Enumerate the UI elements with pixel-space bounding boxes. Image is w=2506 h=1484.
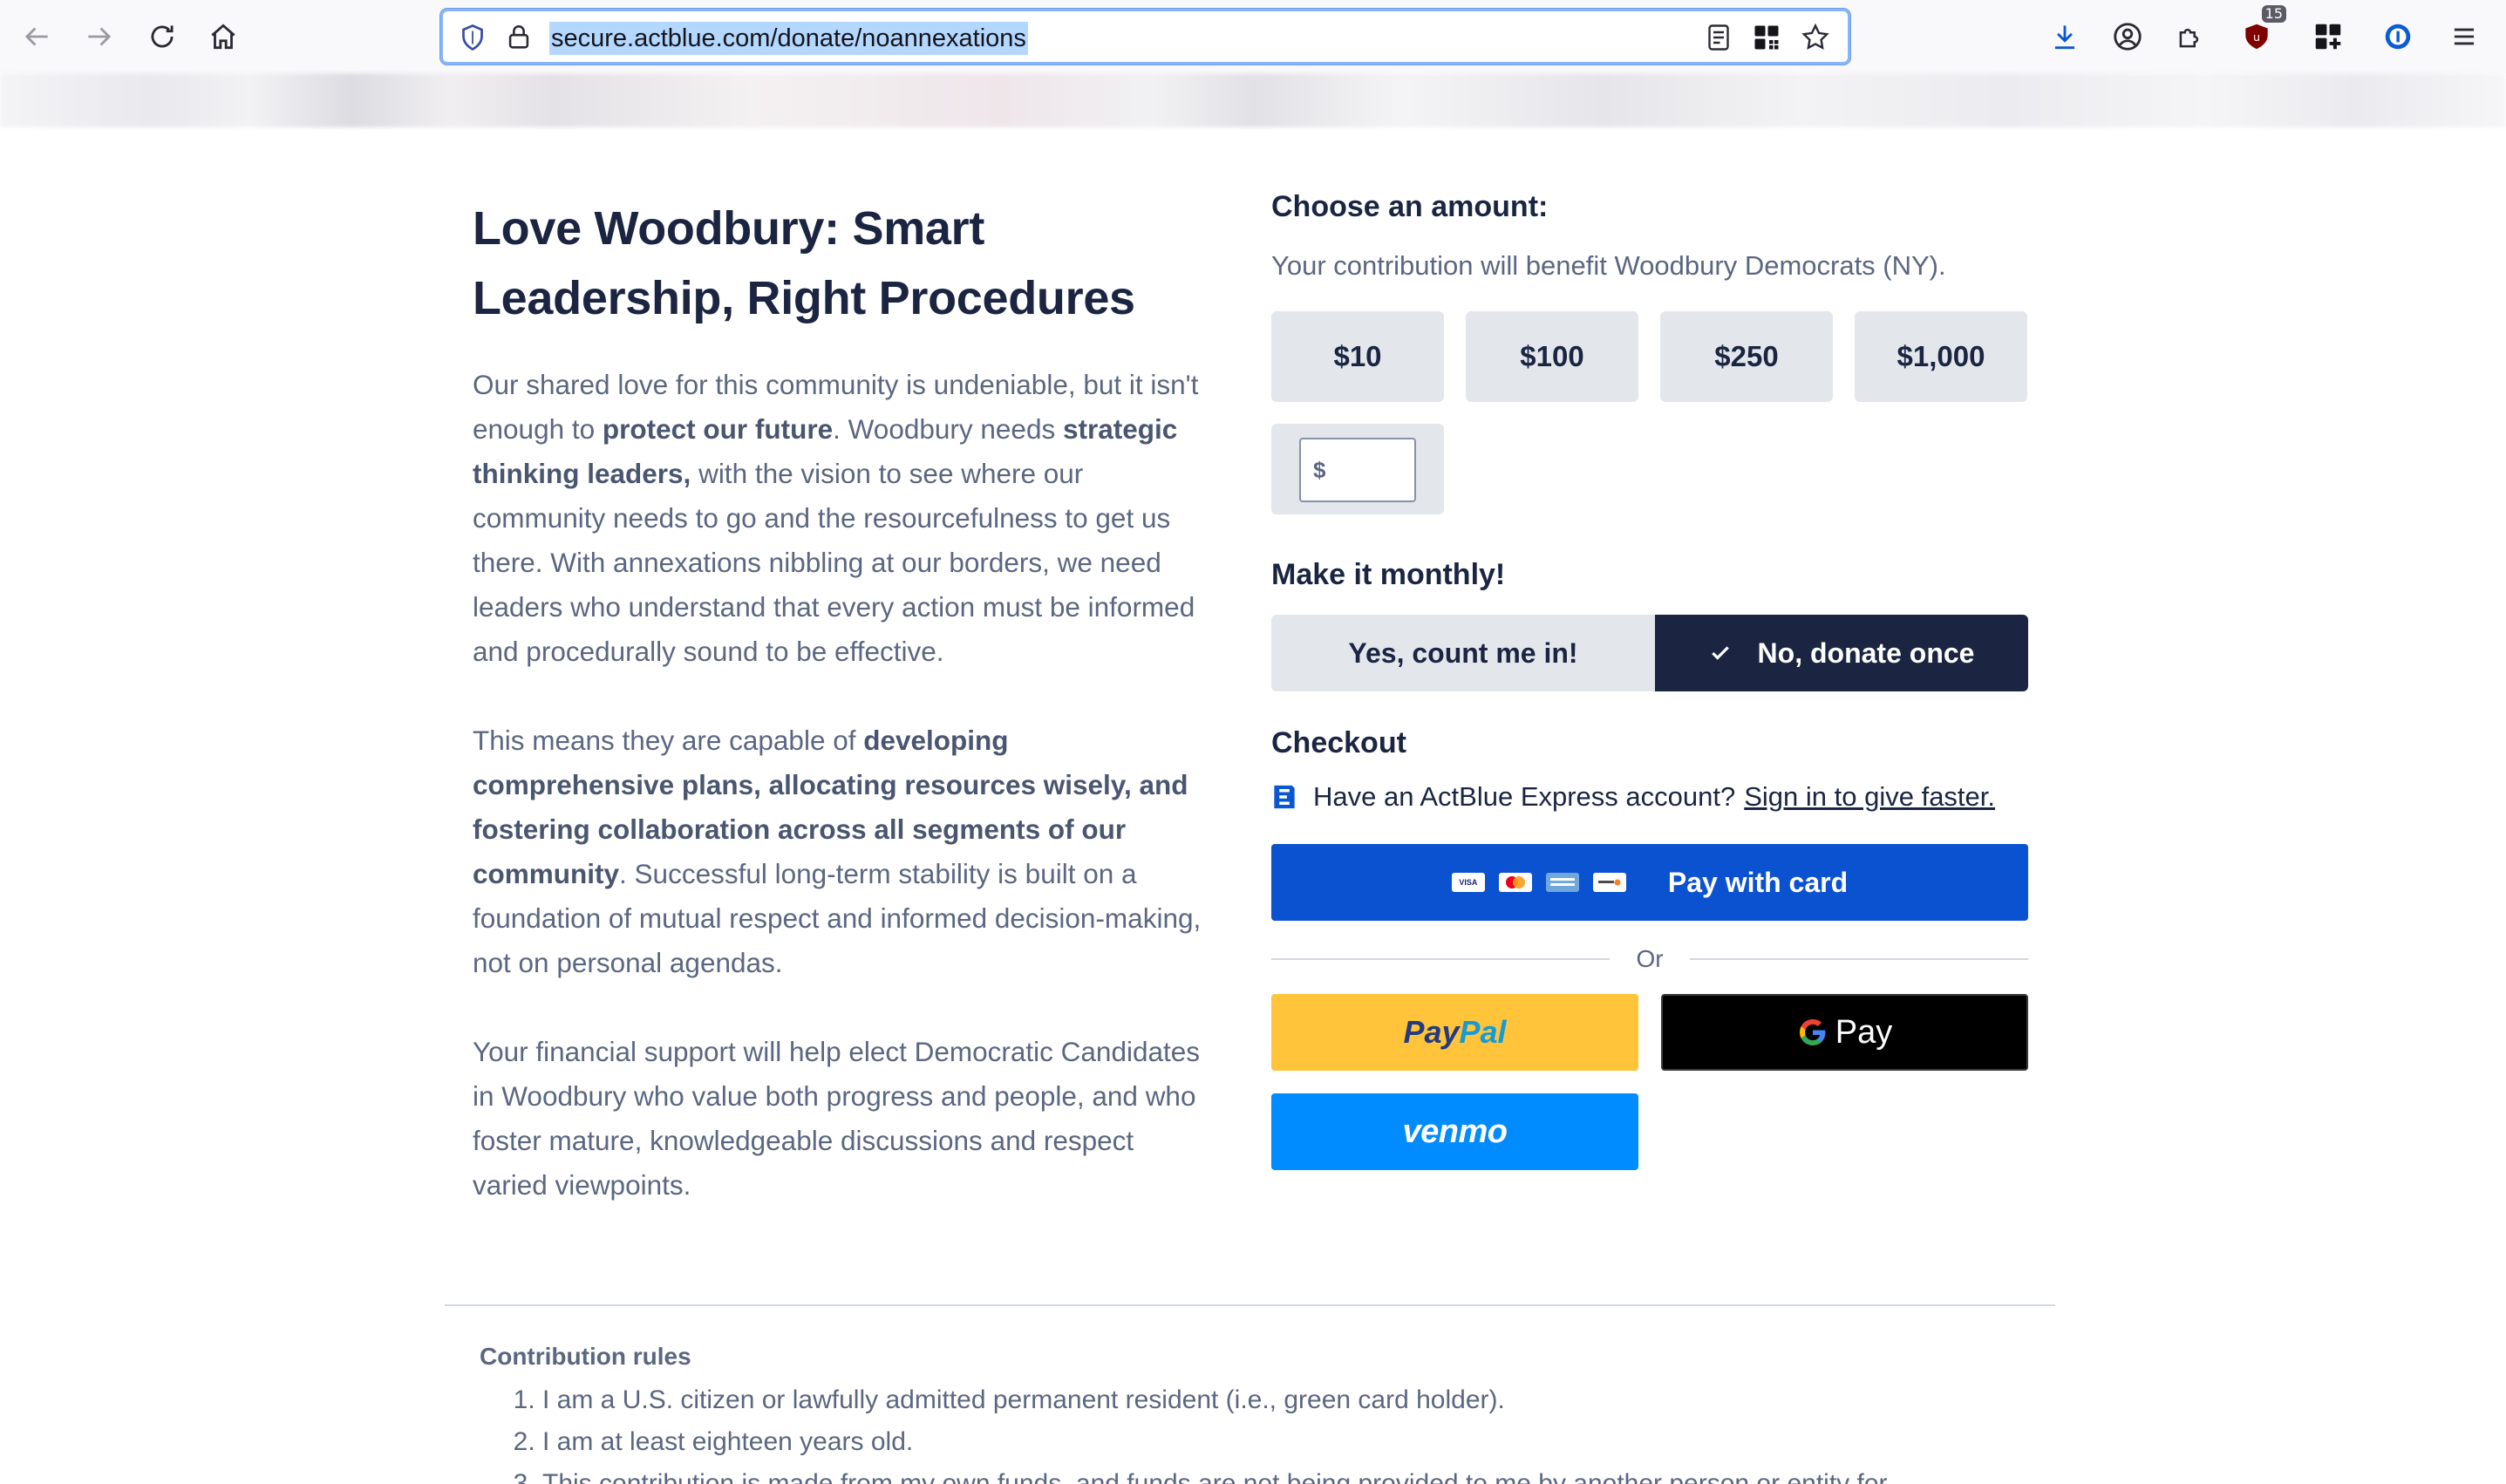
reload-icon	[151, 25, 174, 48]
amex-icon	[1545, 873, 1579, 892]
ublock-shield-icon: u	[2245, 24, 2268, 50]
account-button[interactable]	[2103, 12, 2152, 61]
contribution-rules: Contribution rules I am a U.S. citizen o…	[480, 1343, 2049, 1484]
donation-form: Choose an amount: Your contribution will…	[1271, 190, 2029, 1170]
express-signin-row: Have an ActBlue Express account? Sign in…	[1271, 781, 2028, 813]
rules-list: I am a U.S. citizen or lawfully admitted…	[511, 1379, 2049, 1484]
description-paragraph-2: This means they are capable of developin…	[473, 718, 1214, 985]
checkout-title: Checkout	[1271, 726, 1406, 759]
google-pay-button[interactable]: Pay	[1661, 994, 2028, 1071]
account-icon	[2114, 23, 2142, 51]
extension-badge: 15	[2261, 5, 2286, 23]
page-title: Love Woodbury: Smart Leadership, Right P…	[473, 202, 1135, 324]
amount-button-100[interactable]: $100	[1466, 311, 1638, 402]
description-paragraph-1: Our shared love for this community is un…	[473, 363, 1214, 674]
paypal-logo-pal: Pal	[1459, 1014, 1507, 1050]
lock-icon[interactable]	[504, 22, 534, 53]
or-label: Or	[1636, 945, 1664, 972]
bookmarks-bar-blurred	[0, 73, 2506, 127]
url-text[interactable]: secure.actblue.com/donate/noannexations	[549, 22, 1028, 55]
paypal-button[interactable]: Pay Pal	[1271, 994, 1638, 1071]
puzzle-icon	[2179, 28, 2199, 48]
google-pay-label: Pay	[1835, 1013, 1893, 1051]
menu-button[interactable]	[2440, 12, 2489, 61]
checkmark-icon	[1711, 646, 1729, 660]
apps-extension-button[interactable]	[2304, 12, 2353, 61]
or-divider: Or	[1271, 945, 2029, 973]
amount-button-10[interactable]: $10	[1271, 311, 1444, 402]
visa-icon: VISA	[1451, 873, 1485, 892]
rule-item: This contribution is made from my own fu…	[542, 1463, 2049, 1484]
pay-with-card-label: Pay with card	[1667, 866, 1849, 898]
ublock-extension-button[interactable]: u 15	[2232, 5, 2286, 61]
browser-toolbar: secure.actblue.com/donate/noannexations …	[0, 0, 2506, 73]
amount-button-250[interactable]: $250	[1660, 311, 1833, 402]
monthly-yes-label: Yes, count me in!	[1348, 636, 1578, 669]
dollar-sign: $	[1313, 457, 1326, 483]
or-line-left	[1271, 958, 1611, 960]
download-icon	[2054, 25, 2075, 50]
home-button[interactable]	[199, 12, 248, 61]
arrow-right-icon	[88, 27, 112, 46]
p2-text-1: This means they are capable of	[473, 725, 864, 756]
alternative-payments: Pay Pal Pay venmo	[1271, 994, 2028, 1170]
monthly-title: Make it monthly!	[1271, 558, 1506, 591]
description-paragraph-3: Your financial support will help elect D…	[473, 1036, 1201, 1201]
or-line-right	[1689, 958, 2029, 960]
express-signin-link[interactable]: Sign in to give faster.	[1744, 781, 1995, 813]
shield-icon[interactable]	[457, 22, 488, 53]
p1-text-2: . Woodbury needs	[833, 413, 1063, 445]
p1-bold-1: protect our future	[602, 413, 834, 445]
qr-code-icon[interactable]	[1751, 22, 1782, 53]
express-text: Have an ActBlue Express account?	[1313, 781, 1736, 812]
monthly-toggle: Yes, count me in! No, donate once	[1271, 615, 2028, 691]
venmo-button[interactable]: venmo	[1271, 1093, 1638, 1170]
url-bar[interactable]: secure.actblue.com/donate/noannexations	[440, 9, 1850, 65]
reader-view-icon[interactable]	[1703, 22, 1734, 53]
onepassword-icon	[2385, 24, 2411, 50]
arrow-left-icon	[24, 27, 48, 46]
home-icon	[211, 24, 235, 50]
svg-text:u: u	[2253, 31, 2260, 44]
amount-options: $10 $100 $250 $1,000 $	[1271, 311, 2028, 514]
forward-button[interactable]	[75, 12, 124, 61]
campaign-description: Love Woodbury: Smart Leadership, Right P…	[473, 194, 1214, 1208]
hamburger-menu-icon	[2454, 28, 2475, 45]
downloads-button[interactable]	[2040, 12, 2089, 61]
bookmark-star-icon[interactable]	[1800, 22, 1831, 53]
monthly-yes-button[interactable]: Yes, count me in!	[1271, 615, 1655, 691]
mastercard-icon	[1498, 873, 1532, 892]
benefit-text: Your contribution will benefit Woodbury …	[1271, 250, 1946, 281]
monthly-no-button[interactable]: No, donate once	[1655, 615, 2028, 691]
paypal-logo-pay: Pay	[1403, 1014, 1460, 1050]
contribution-rules-title: Contribution rules	[480, 1343, 691, 1370]
extensions-button[interactable]	[2166, 12, 2215, 61]
venmo-logo: venmo	[1402, 1113, 1508, 1150]
back-button[interactable]	[12, 12, 61, 61]
other-amount-box: $	[1271, 424, 1444, 514]
grid-plus-icon	[2315, 24, 2341, 50]
monthly-no-label: No, donate once	[1757, 636, 1975, 669]
actblue-express-icon	[1271, 783, 1297, 811]
rule-item: I am a U.S. citizen or lawfully admitted…	[542, 1379, 2049, 1421]
section-divider	[445, 1304, 2055, 1306]
other-amount-input[interactable]: $	[1299, 438, 1416, 502]
amount-button-1000[interactable]: $1,000	[1855, 311, 2027, 402]
p1-text-3: with the vision to see where our communi…	[473, 458, 1195, 667]
rule-item: I am at least eighteen years old.	[542, 1421, 2049, 1463]
google-g-icon	[1799, 1019, 1826, 1045]
password-manager-button[interactable]	[2373, 12, 2422, 61]
reload-button[interactable]	[138, 12, 187, 61]
card-logos: VISA	[1451, 873, 1626, 892]
discover-icon	[1592, 873, 1626, 892]
pay-with-card-button[interactable]: VISA Pay with card	[1271, 844, 2028, 921]
choose-amount-title: Choose an amount:	[1271, 190, 1549, 223]
